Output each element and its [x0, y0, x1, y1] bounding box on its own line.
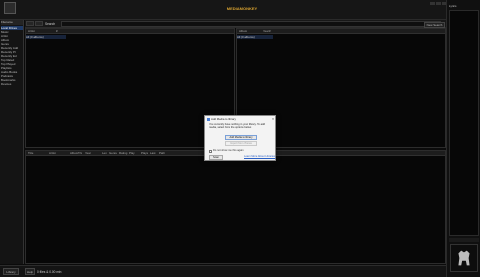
- info-icon: [207, 117, 210, 121]
- import-itunes-button[interactable]: Import from iTunes: [225, 141, 257, 146]
- column-header-year[interactable]: Year: [263, 29, 269, 34]
- column-header-plays[interactable]: Plays: [141, 151, 148, 156]
- app-title: MEDIAMONKEY: [226, 7, 258, 11]
- dialog-message: You currently have nothing in your libra…: [209, 123, 265, 129]
- column-header-path[interactable]: Path: [159, 151, 165, 156]
- search-label: Search: [45, 22, 56, 26]
- add-media-dialog: Add Media to library ✕ You currently hav…: [204, 115, 276, 161]
- column-header-artist[interactable]: Artist: [49, 151, 56, 156]
- column-header-last[interactable]: Last: [150, 151, 155, 156]
- sidebar-item-devices[interactable]: Devices: [1, 82, 23, 86]
- column-header-play[interactable]: Play: [129, 151, 135, 156]
- library-button[interactable]: Library: [3, 268, 19, 275]
- maximize-icon[interactable]: [436, 2, 441, 5]
- column-header-track[interactable]: Trk: [78, 151, 82, 156]
- column-header-length[interactable]: Len: [102, 151, 107, 156]
- right-panel: Lyrics: [446, 0, 480, 277]
- learn-more-link[interactable]: Learn More About Libraries: [244, 155, 276, 160]
- app-logo-icon: [4, 2, 16, 14]
- album-pane-header: Album Year #: [237, 29, 445, 34]
- minimize-icon[interactable]: [430, 2, 435, 5]
- panel-tabs[interactable]: [449, 238, 479, 242]
- help-button[interactable]: Help: [25, 268, 35, 275]
- list-item[interactable]: All (0 albums): [26, 35, 66, 39]
- list-item[interactable]: All (0 albums): [237, 35, 273, 39]
- dont-show-checkbox[interactable]: [209, 150, 212, 153]
- scan-button[interactable]: Scan: [209, 155, 223, 160]
- back-button[interactable]: [26, 21, 34, 26]
- dialog-title: Add Media to library: [211, 117, 236, 121]
- column-header-title[interactable]: Title: [28, 151, 33, 156]
- sidebar: Filename Local Drives Music Artist Album…: [0, 20, 24, 264]
- add-media-button[interactable]: Add Media to library: [225, 135, 257, 140]
- column-header-genre[interactable]: Genre: [109, 151, 117, 156]
- lyrics-header[interactable]: Lyrics: [449, 4, 479, 9]
- column-header-rating[interactable]: Rating: [119, 151, 127, 156]
- search-input[interactable]: [61, 21, 441, 27]
- column-header-album[interactable]: Album: [239, 29, 247, 34]
- column-header-year[interactable]: Year: [85, 151, 91, 156]
- dog-silhouette-icon: [458, 250, 470, 266]
- column-header-count[interactable]: #: [56, 29, 58, 34]
- status-bar: Library Help 0 files & 0.00 min: [0, 265, 446, 277]
- tracks-pane: Title Artist Album Trk Year Len Genre Ra…: [25, 150, 446, 264]
- column-header-artist[interactable]: Artist: [28, 29, 35, 34]
- toolbar: Search: [25, 20, 446, 28]
- dont-show-label: Do not show me this again: [213, 149, 244, 152]
- lyrics-panel: [449, 10, 479, 236]
- close-icon[interactable]: ✕: [271, 117, 275, 121]
- status-text: 0 files & 0.00 min: [37, 270, 62, 274]
- column-header-count[interactable]: #: [269, 29, 271, 34]
- album-art-placeholder: [450, 244, 478, 272]
- forward-button[interactable]: [35, 21, 43, 26]
- sidebar-header[interactable]: Filename: [1, 20, 23, 25]
- title-bar: MEDIAMONKEY: [0, 0, 480, 20]
- column-header-album[interactable]: Album: [70, 151, 78, 156]
- artist-pane-header: Artist #: [26, 29, 234, 34]
